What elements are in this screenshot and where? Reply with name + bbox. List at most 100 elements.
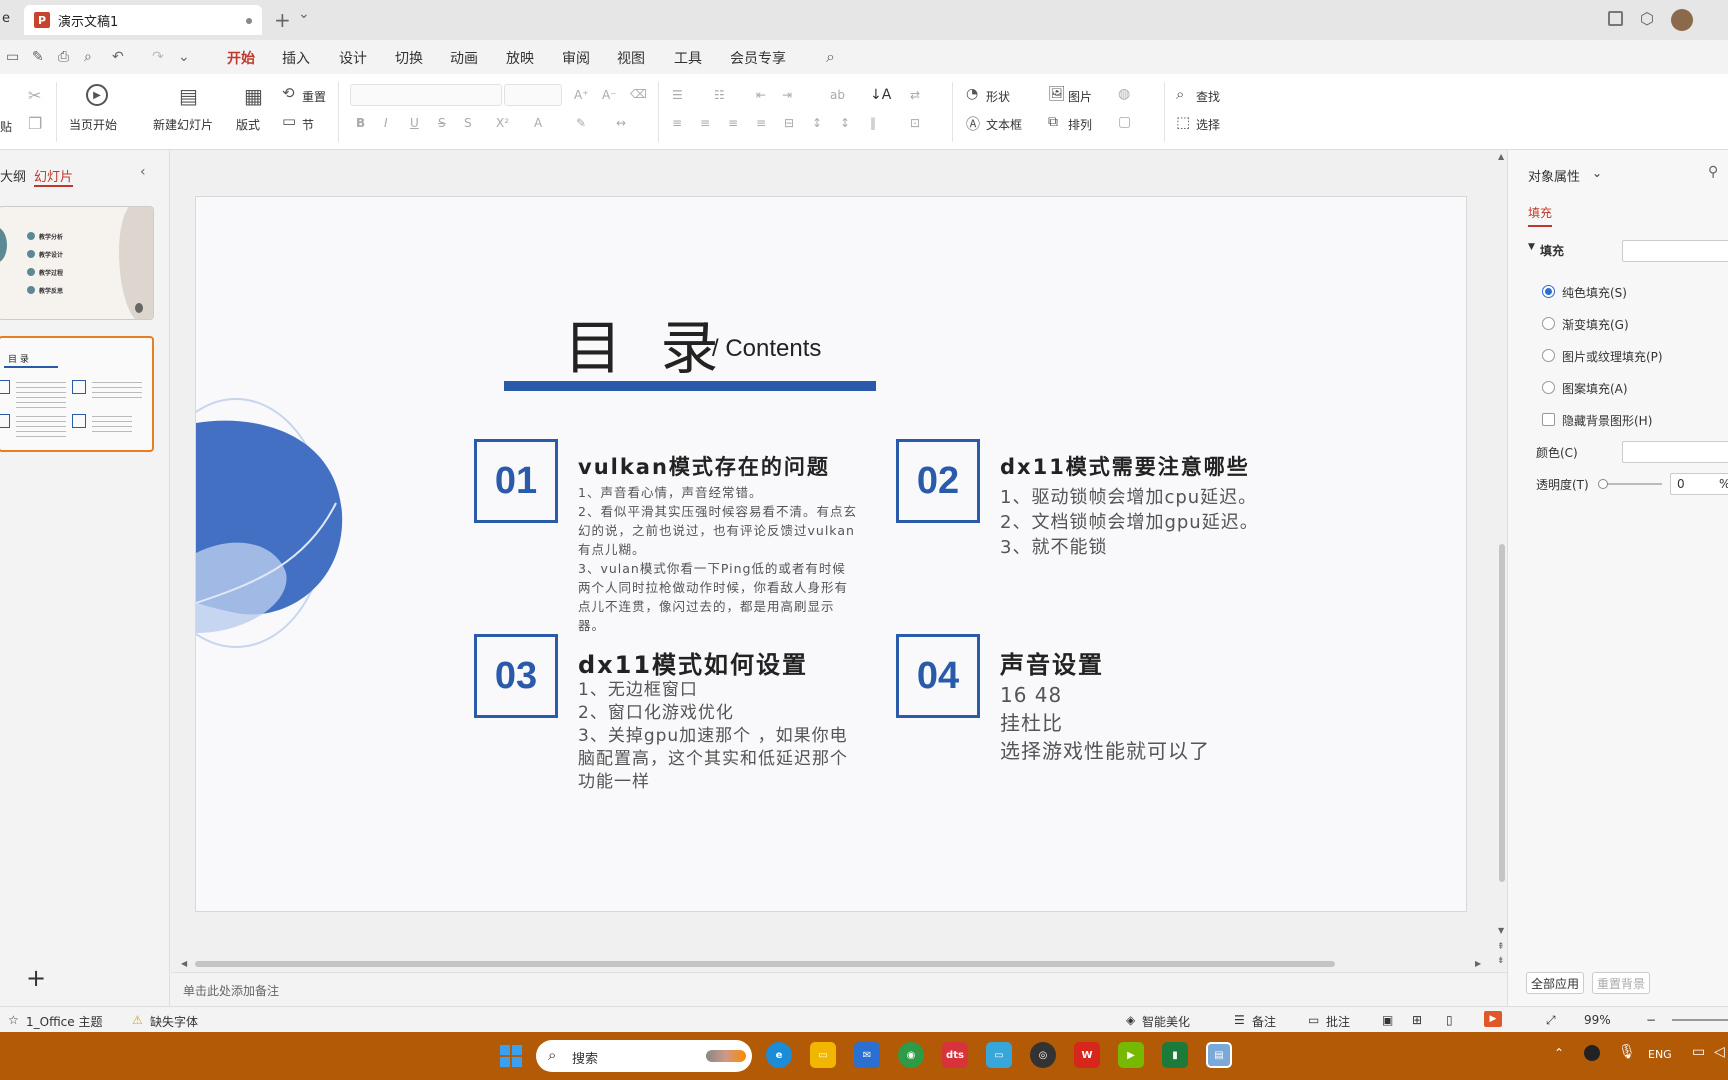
- align-left-icon[interactable]: ≡: [672, 116, 682, 130]
- notes-placeholder[interactable]: 单击此处添加备注: [183, 982, 279, 999]
- add-slide-button[interactable]: +: [26, 964, 46, 992]
- new-slide-icon[interactable]: ▤: [179, 84, 198, 108]
- columns-icon[interactable]: ‖: [870, 116, 876, 130]
- increase-font-icon[interactable]: A⁺: [574, 88, 589, 102]
- distribute-icon[interactable]: ⊟: [784, 116, 794, 130]
- zoom-slider[interactable]: [1672, 1019, 1728, 1021]
- play-circle-icon[interactable]: ▶: [86, 84, 108, 106]
- windows-start-icon[interactable]: [500, 1045, 522, 1067]
- sort-icon[interactable]: ↓A: [870, 87, 891, 103]
- option-gradient-fill[interactable]: 渐变填充(G): [1562, 316, 1629, 333]
- scroll-up-icon[interactable]: ▲: [1498, 152, 1504, 161]
- superscript-icon[interactable]: X²: [496, 116, 509, 130]
- normal-view-icon[interactable]: ▣: [1382, 1013, 1393, 1027]
- scroll-left-icon[interactable]: ◀: [181, 959, 187, 968]
- wps-icon[interactable]: W: [1074, 1042, 1100, 1068]
- comments-button[interactable]: 批注: [1326, 1013, 1350, 1030]
- menu-item-slideshow[interactable]: 放映: [506, 48, 534, 68]
- highlight-icon[interactable]: ✎: [576, 116, 586, 130]
- active-app-icon[interactable]: ▤: [1206, 1042, 1232, 1068]
- zoom-out-icon[interactable]: −: [1646, 1013, 1656, 1027]
- option-solid-fill[interactable]: 纯色填充(S): [1562, 284, 1627, 301]
- new-tab-button[interactable]: +: [274, 8, 291, 32]
- tab-fill[interactable]: 填充: [1528, 204, 1553, 227]
- menu-item-design[interactable]: 设计: [339, 48, 367, 68]
- line-spacing-icon[interactable]: ↕: [812, 116, 822, 130]
- taskbar-search-box[interactable]: ⌕ 搜索: [536, 1040, 752, 1072]
- justify-icon[interactable]: ≡: [756, 116, 766, 130]
- color-picker[interactable]: [1622, 441, 1728, 463]
- prev-slide-icon[interactable]: ⇞: [1497, 942, 1505, 952]
- layout-button[interactable]: 版式: [236, 116, 260, 133]
- italic-icon[interactable]: I: [384, 116, 388, 130]
- cut-icon[interactable]: ✂: [28, 86, 41, 105]
- volume-icon[interactable]: ◁: [1714, 1044, 1725, 1060]
- obs-icon[interactable]: ◎: [1030, 1042, 1056, 1068]
- collapse-panel-icon[interactable]: ‹: [140, 164, 146, 180]
- user-avatar[interactable]: [1671, 9, 1693, 31]
- font-size-select[interactable]: [504, 84, 562, 106]
- format-painter-icon[interactable]: ✎: [32, 49, 44, 65]
- panel-header-chevron-icon[interactable]: ⌄: [1592, 166, 1602, 180]
- hide-bg-checkbox[interactable]: [1542, 413, 1555, 426]
- underline-icon[interactable]: U: [410, 116, 419, 130]
- network-icon[interactable]: ▭: [1692, 1044, 1705, 1060]
- shadow-icon[interactable]: S: [464, 116, 472, 130]
- chrome-icon[interactable]: ◉: [898, 1042, 924, 1068]
- convert-icon[interactable]: ⇄: [910, 88, 920, 102]
- smart-beautify-button[interactable]: 智能美化: [1142, 1013, 1190, 1030]
- missing-font-button[interactable]: 缺失字体: [150, 1013, 198, 1030]
- print-preview-icon[interactable]: ⌕: [84, 49, 92, 65]
- section-button[interactable]: 节: [302, 116, 314, 133]
- chart-app-icon[interactable]: ▮: [1162, 1042, 1188, 1068]
- vertical-scroll-thumb[interactable]: [1499, 544, 1505, 882]
- unsaved-dot-icon[interactable]: [246, 18, 252, 24]
- edge-icon[interactable]: e: [766, 1042, 792, 1068]
- slide-thumbnail-1[interactable]: 教学分析 教学设计 教学过程 教学反思: [0, 206, 154, 320]
- decrease-font-icon[interactable]: A⁻: [602, 88, 617, 102]
- horizontal-scroll-thumb[interactable]: [195, 961, 1335, 967]
- select-button[interactable]: 选择: [1196, 116, 1220, 133]
- option-picture-fill[interactable]: 图片或纹理填充(P): [1562, 348, 1663, 365]
- theme-name[interactable]: 1_Office 主题: [26, 1013, 102, 1030]
- vertical-scrollbar[interactable]: ▲ ▼ ⇞ ⇟: [1497, 150, 1507, 972]
- fill-dropdown[interactable]: [1622, 240, 1728, 262]
- document-tab[interactable]: P 演示文稿1: [24, 5, 262, 35]
- section-number-01[interactable]: 01: [474, 439, 558, 523]
- paragraph-spacing-icon[interactable]: ↕: [840, 116, 850, 130]
- quick-access-chevron-icon[interactable]: ⌄: [178, 49, 190, 65]
- file-explorer-icon[interactable]: ▭: [810, 1042, 836, 1068]
- panel-header[interactable]: 对象属性: [1528, 166, 1580, 185]
- section-body-03[interactable]: 1、无边框窗口 2、窗口化游戏优化 3、关掉gpu加速那个 ，如果你电脑配置高，…: [578, 679, 848, 794]
- radio-gradient-fill[interactable]: [1542, 317, 1555, 330]
- menu-item-insert[interactable]: 插入: [282, 48, 310, 68]
- menu-item-tools[interactable]: 工具: [674, 48, 702, 68]
- reset-background-button[interactable]: 重置背景: [1592, 972, 1650, 994]
- pin-icon[interactable]: ⚲: [1708, 164, 1718, 180]
- section-number-03[interactable]: 03: [474, 634, 558, 718]
- transparency-slider[interactable]: [1598, 479, 1662, 489]
- clear-format-icon[interactable]: ⌫: [630, 87, 647, 101]
- mail-icon[interactable]: ✉: [854, 1042, 880, 1068]
- transparency-input[interactable]: 0 %: [1670, 473, 1728, 495]
- hide-bg-label[interactable]: 隐藏背景图形(H): [1562, 412, 1652, 429]
- font-color-icon[interactable]: A: [534, 116, 542, 130]
- align-right-icon[interactable]: ≡: [728, 116, 738, 130]
- section-title-03[interactable]: dx11模式如何设置: [578, 645, 808, 680]
- char-spacing-icon[interactable]: ↔: [616, 116, 626, 130]
- fill-section-title[interactable]: 填充: [1540, 242, 1564, 259]
- option-pattern-fill[interactable]: 图案填充(A): [1562, 380, 1628, 397]
- tray-chevron-icon[interactable]: ⌃: [1554, 1046, 1564, 1060]
- section-body-02[interactable]: 1、驱动锁帧会增加cpu延迟。 2、文档锁帧会增加gpu延迟。 3、就不能锁: [1000, 485, 1270, 560]
- section-title-01[interactable]: vulkan模式存在的问题: [578, 451, 830, 481]
- slide-sorter-icon[interactable]: ⊞: [1412, 1013, 1422, 1027]
- layout-icon[interactable]: ▦: [244, 84, 263, 108]
- search-icon[interactable]: ⌕: [826, 47, 835, 67]
- slide-title[interactable]: 目 录: [564, 301, 728, 385]
- cube-icon[interactable]: ⬡: [1640, 9, 1654, 28]
- bold-icon[interactable]: B: [356, 116, 365, 130]
- slideshow-play-icon[interactable]: ▶: [1484, 1011, 1502, 1027]
- dts-app-icon[interactable]: dts: [942, 1042, 968, 1068]
- play-from-current-button[interactable]: 当页开始: [69, 116, 117, 133]
- slide-thumbnail-2[interactable]: 目 录: [0, 336, 154, 452]
